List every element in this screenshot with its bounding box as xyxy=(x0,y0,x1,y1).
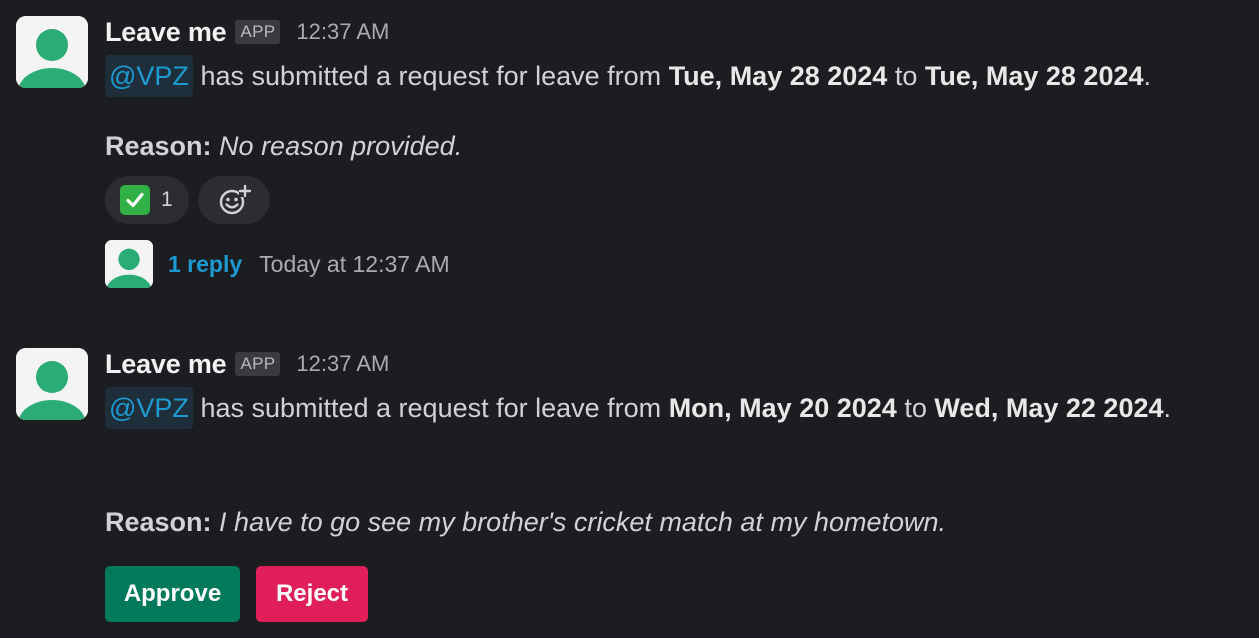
end-punct: . xyxy=(1143,61,1152,91)
reply-avatar xyxy=(105,240,153,288)
user-mention[interactable]: @VPZ xyxy=(105,387,193,429)
reject-button[interactable]: Reject xyxy=(256,566,368,622)
user-icon xyxy=(16,348,88,420)
add-reaction-button[interactable] xyxy=(197,176,270,224)
reason-line: Reason: No reason provided. xyxy=(105,123,462,169)
message-body: @VPZ has submitted a request for leave f… xyxy=(105,385,1235,431)
last-reply-time: Today at 12:37 AM xyxy=(259,250,450,277)
end-punct: . xyxy=(1163,393,1172,423)
reaction-bar: 1 xyxy=(105,176,270,224)
action-buttons: Approve Reject xyxy=(105,566,368,622)
to-date: Wed, May 22 2024 xyxy=(934,393,1164,423)
sender-avatar[interactable] xyxy=(16,16,88,88)
add-emoji-icon xyxy=(219,184,251,215)
white-check-mark-icon xyxy=(120,185,150,215)
approve-button[interactable]: Approve xyxy=(105,566,240,622)
to-word: to xyxy=(894,61,918,91)
message-body: @VPZ has submitted a request for leave f… xyxy=(105,53,1151,99)
message-timestamp[interactable]: 12:37 AM xyxy=(296,351,389,377)
reason-label: Reason: xyxy=(105,131,212,161)
reaction-check-mark[interactable]: 1 xyxy=(105,176,189,224)
body-text: has submitted a request for leave from xyxy=(200,61,662,91)
reply-count-link[interactable]: 1 reply xyxy=(168,251,242,278)
reason-line: Reason: I have to go see my brother's cr… xyxy=(105,499,946,545)
body-text: has submitted a request for leave from xyxy=(200,393,662,423)
reason-text: No reason provided. xyxy=(219,131,463,161)
message-header: Leave me APP 12:37 AM xyxy=(105,347,389,381)
to-word: to xyxy=(904,393,927,423)
reaction-count: 1 xyxy=(161,188,173,211)
reason-label: Reason: xyxy=(105,507,212,537)
app-badge: APP xyxy=(235,20,281,44)
sender-avatar[interactable] xyxy=(16,348,88,420)
sender-name[interactable]: Leave me xyxy=(105,349,227,380)
to-date: Tue, May 28 2024 xyxy=(924,61,1144,91)
reason-text: I have to go see my brother's cricket ma… xyxy=(219,507,947,537)
from-date: Mon, May 20 2024 xyxy=(668,393,897,423)
message-timestamp[interactable]: 12:37 AM xyxy=(296,19,389,45)
user-icon xyxy=(105,240,153,288)
app-badge: APP xyxy=(235,352,281,376)
message-header: Leave me APP 12:37 AM xyxy=(105,15,389,49)
from-date: Tue, May 28 2024 xyxy=(668,61,888,91)
user-icon xyxy=(16,16,88,88)
user-mention[interactable]: @VPZ xyxy=(105,55,193,97)
thread-summary[interactable]: 1 reply Today at 12:37 AM xyxy=(105,240,450,288)
sender-name[interactable]: Leave me xyxy=(105,17,227,48)
